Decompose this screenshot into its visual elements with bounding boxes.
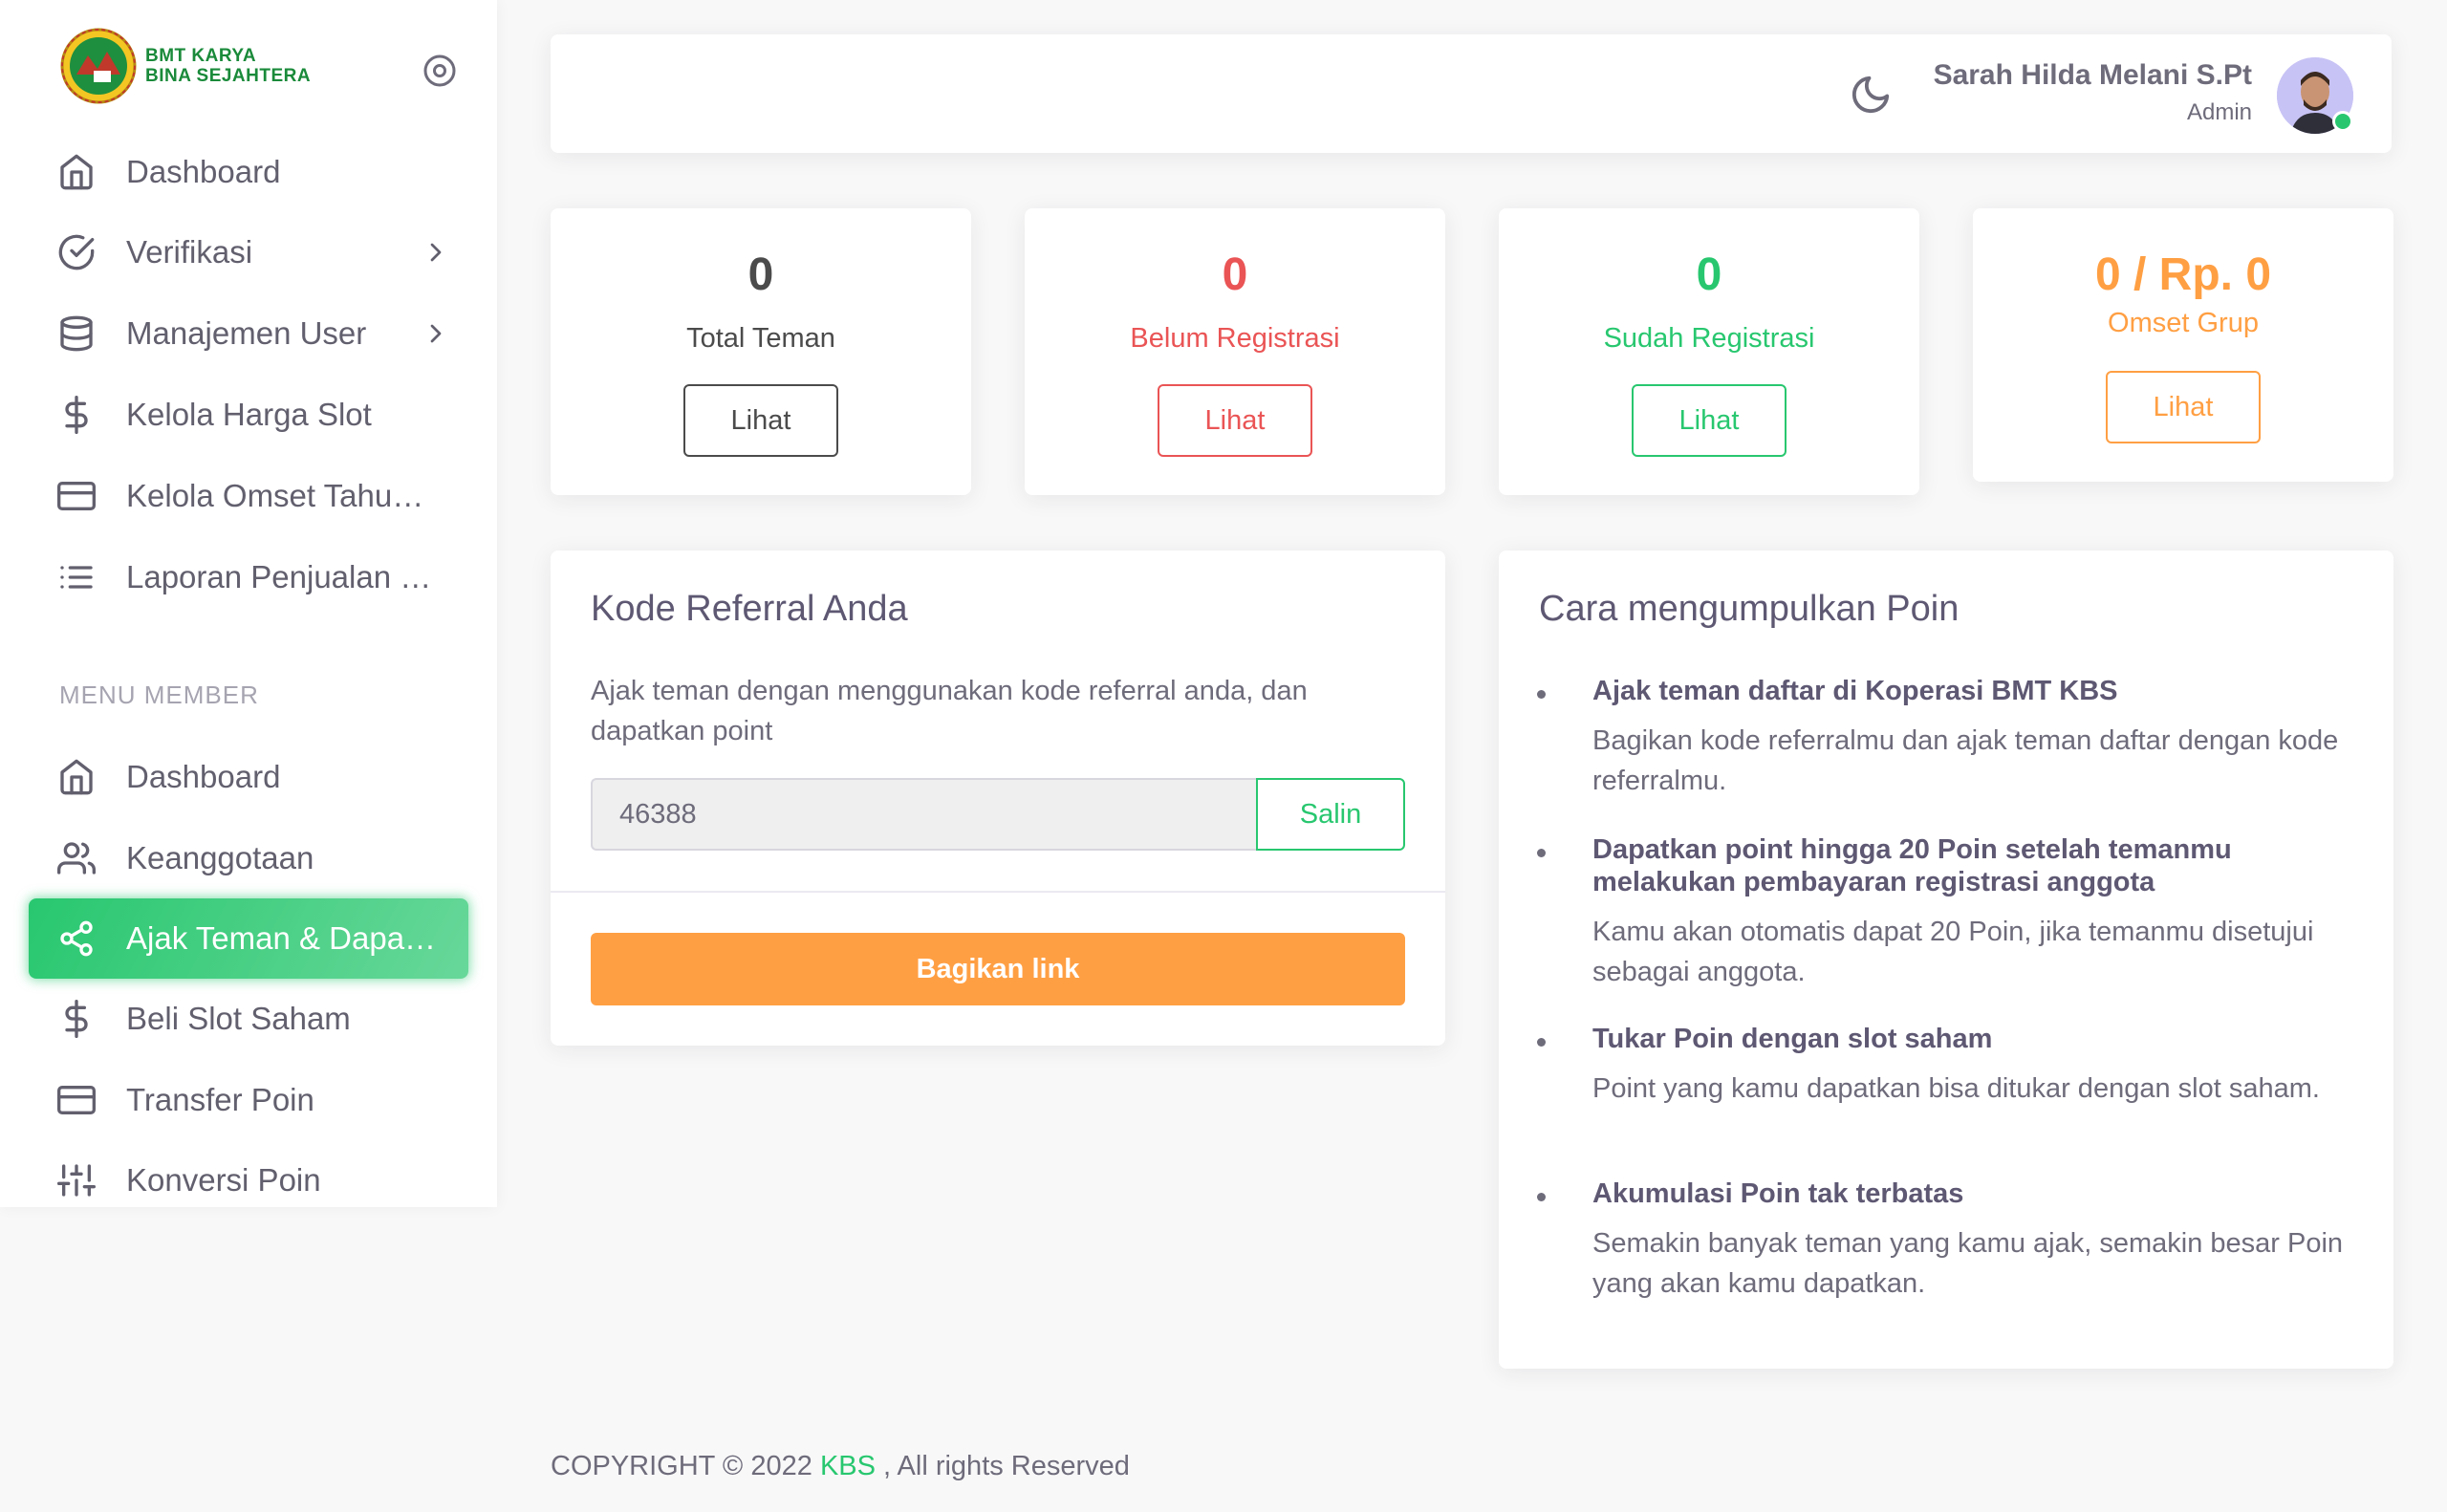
sidebar-item-verifikasi[interactable]: Verifikasi	[29, 212, 468, 292]
brand-line-2: BINA SEJAHTERA	[145, 66, 312, 86]
sidebar-item-manajemen-user[interactable]: Manajemen User	[29, 293, 468, 374]
lihat-omset-grup-button[interactable]: Lihat	[2106, 371, 2261, 443]
collapse-toggle-icon[interactable]	[421, 52, 459, 90]
users-icon	[57, 839, 96, 877]
sidebar-item-label: Laporan Penjualan …	[126, 559, 432, 594]
menu-member-header: MENU MEMBER	[59, 680, 259, 709]
sidebar: BMT KARYA BINA SEJAHTERA Dashboard Verif…	[0, 0, 497, 1207]
check-circle-icon	[57, 233, 96, 271]
stat-caption: Sudah Registrasi	[1603, 323, 1815, 354]
sidebar-item-label: Keanggotaan	[126, 840, 314, 875]
sidebar-item-konversi-poin[interactable]: Konversi Poin	[29, 1140, 468, 1220]
stat-value: 0	[1696, 249, 1722, 300]
sidebar-item-dashboard[interactable]: Dashboard	[29, 132, 468, 212]
tip-title: Tukar Poin dengan slot saham	[1592, 1024, 1993, 1054]
sidebar-item-transfer-poin[interactable]: Transfer Poin	[29, 1060, 468, 1140]
database-icon	[57, 314, 96, 353]
share-icon	[57, 919, 96, 958]
user-name[interactable]: Sarah Hilda Melani S.Pt	[1934, 59, 2252, 92]
stat-caption: Total Teman	[686, 323, 835, 354]
referral-title: Kode Referral Anda	[591, 589, 908, 629]
copyright-text: COPYRIGHT © 2022	[551, 1451, 812, 1481]
lihat-belum-registrasi-button[interactable]: Lihat	[1158, 384, 1312, 457]
footer: COPYRIGHT © 2022 KBS , All rights Reserv…	[551, 1451, 1130, 1482]
brand[interactable]: BMT KARYA BINA SEJAHTERA	[59, 27, 311, 105]
bullet	[1537, 1193, 1546, 1201]
sidebar-item-label: Dashboard	[126, 154, 281, 189]
moon-icon[interactable]	[1849, 73, 1893, 117]
lihat-total-teman-button[interactable]: Lihat	[683, 384, 838, 457]
sidebar-item-label: Beli Slot Saham	[126, 1001, 351, 1036]
tip-description: Kamu akan otomatis dapat 20 Poin, jika t…	[1592, 917, 2314, 987]
tip-title: Akumulasi Poin tak terbatas	[1592, 1178, 1964, 1209]
sidebar-item-member-dashboard[interactable]: Dashboard	[29, 737, 468, 817]
credit-card-icon	[57, 1081, 96, 1119]
share-link-button[interactable]: Bagikan link	[591, 933, 1405, 1005]
referral-description: Ajak teman dengan menggunakan kode refer…	[591, 676, 1308, 746]
list-icon	[57, 558, 96, 596]
sidebar-item-label: Konversi Poin	[126, 1162, 321, 1198]
sidebar-item-label: Kelola Omset Tahu…	[126, 478, 424, 513]
tip-title: Dapatkan point hingga 20 Poin setelah te…	[1592, 834, 2232, 897]
sidebar-item-label: Ajak Teman & Dapa…	[126, 920, 437, 956]
stat-card-belum-registrasi: 0 Belum Registrasi Lihat	[1025, 208, 1445, 495]
home-icon	[57, 758, 96, 796]
referral-code-input[interactable]	[591, 778, 1257, 851]
stat-value: 0	[747, 249, 774, 300]
stat-caption: Omset Grup	[2108, 308, 2259, 338]
brand-line-1: BMT KARYA	[145, 46, 257, 66]
stat-card-sudah-registrasi: 0 Sudah Registrasi Lihat	[1499, 208, 1919, 495]
sidebar-item-kelola-harga-slot[interactable]: Kelola Harga Slot	[29, 375, 468, 455]
brand-logo-icon	[60, 28, 137, 104]
tip-description: Semakin banyak teman yang kamu ajak, sem…	[1592, 1228, 2344, 1299]
rights-text: , All rights Reserved	[883, 1451, 1130, 1481]
sidebar-item-kelola-omset[interactable]: Kelola Omset Tahu…	[29, 456, 468, 536]
tip-title: Ajak teman daftar di Koperasi BMT KBS	[1592, 676, 2118, 706]
sidebar-item-beli-slot-saham[interactable]: Beli Slot Saham	[29, 979, 468, 1059]
home-icon	[57, 153, 96, 191]
sidebar-item-label: Transfer Poin	[126, 1082, 314, 1117]
bullet	[1537, 849, 1546, 857]
sidebar-item-label: Verifikasi	[126, 234, 253, 270]
stat-value: 0 / Rp. 0	[2094, 249, 2272, 300]
sidebar-item-ajak-teman[interactable]: Ajak Teman & Dapa…	[29, 898, 468, 979]
credit-card-icon	[57, 477, 96, 515]
bullet	[1537, 690, 1546, 699]
brand-name: BMT KARYA BINA SEJAHTERA	[145, 46, 311, 86]
sidebar-item-label: Kelola Harga Slot	[126, 397, 372, 432]
stat-card-total-teman: 0 Total Teman Lihat	[551, 208, 971, 495]
tip-description: Point yang kamu dapatkan bisa ditukar de…	[1592, 1073, 2320, 1104]
stat-value: 0	[1222, 249, 1248, 300]
sidebar-item-label: Manajemen User	[126, 315, 367, 351]
referral-card: Kode Referral Anda Ajak teman dengan men…	[551, 551, 1445, 1046]
footer-brand-link[interactable]: KBS	[820, 1451, 876, 1481]
poin-guide-card: Cara mengumpulkan Poin Ajak teman daftar…	[1499, 551, 2393, 1369]
top-navbar: Sarah Hilda Melani S.Pt Admin	[551, 34, 2392, 153]
divider	[551, 891, 1445, 893]
chevron-right-icon	[430, 324, 442, 343]
sliders-icon	[57, 1161, 96, 1199]
sidebar-item-keanggotaan[interactable]: Keanggotaan	[29, 818, 468, 898]
stat-card-omset-grup: 0 / Rp. 0 Omset Grup Lihat	[1973, 208, 2393, 482]
sidebar-item-laporan-penjualan[interactable]: Laporan Penjualan …	[29, 537, 468, 617]
dollar-icon	[57, 396, 96, 434]
tip-description: Bagikan kode referralmu dan ajak teman d…	[1592, 725, 2339, 796]
online-status-indicator	[2332, 111, 2353, 132]
stat-caption: Belum Registrasi	[1130, 323, 1340, 354]
poin-title: Cara mengumpulkan Poin	[1539, 589, 1960, 629]
copy-button[interactable]: Salin	[1256, 778, 1405, 851]
bullet	[1537, 1038, 1546, 1047]
chevron-right-icon	[430, 243, 442, 262]
user-role: Admin	[2186, 99, 2252, 125]
sidebar-item-label: Dashboard	[126, 759, 281, 794]
dollar-icon	[57, 1000, 96, 1038]
lihat-sudah-registrasi-button[interactable]: Lihat	[1632, 384, 1787, 457]
